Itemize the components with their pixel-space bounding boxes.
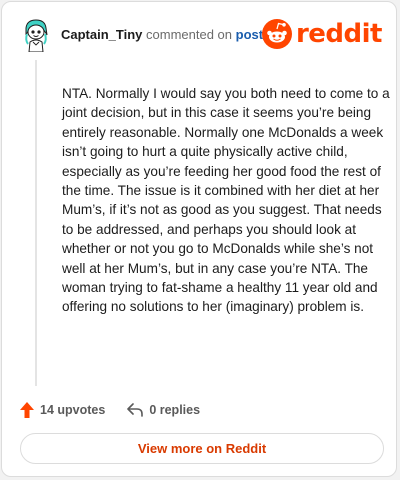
- comment-actions: 14 upvotes 0 replies: [20, 400, 200, 420]
- comment-header: Captain_Tiny commented on post reddit: [16, 16, 383, 54]
- post-link[interactable]: post: [236, 27, 263, 42]
- thread-line: [35, 60, 37, 386]
- username-link[interactable]: Captain_Tiny: [61, 27, 142, 42]
- view-more-button[interactable]: View more on Reddit: [20, 433, 384, 464]
- comment-body: NTA. Normally I would say you both need …: [62, 86, 390, 315]
- reddit-snoo-icon: [261, 19, 292, 49]
- reddit-logo[interactable]: reddit: [261, 18, 383, 50]
- upvote-action[interactable]: 14 upvotes: [20, 402, 105, 418]
- reddit-wordmark: reddit: [295, 19, 383, 49]
- upvote-count: 14 upvotes: [40, 403, 106, 417]
- reply-action[interactable]: 0 replies: [127, 403, 200, 417]
- avatar-icon: [25, 19, 48, 53]
- upvote-arrow-icon[interactable]: [20, 402, 34, 418]
- user-avatar[interactable]: [20, 18, 52, 53]
- commented-on-text: commented on: [146, 27, 233, 42]
- reply-arrow-icon[interactable]: [127, 403, 144, 417]
- reply-count: 0 replies: [149, 403, 201, 417]
- comment-meta: Captain_Tiny commented on post: [61, 27, 263, 42]
- reddit-comment-card: Captain_Tiny commented on post reddit NT…: [1, 1, 397, 477]
